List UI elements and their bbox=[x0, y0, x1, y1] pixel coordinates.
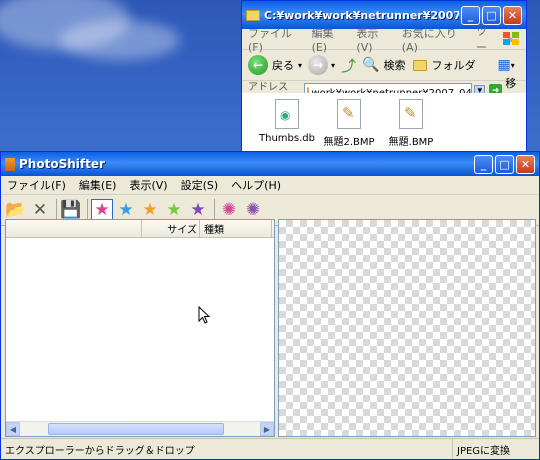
desktop-cloud bbox=[60, 20, 180, 60]
scroll-left-icon[interactable]: ◀ bbox=[6, 422, 20, 436]
horizontal-scrollbar[interactable]: ◀ ▶ bbox=[6, 421, 274, 436]
explorer-title: C:¥work¥work¥netrunner¥2007_04¥画像 bbox=[264, 9, 459, 22]
menu-view[interactable]: 表示(V) bbox=[129, 177, 167, 193]
file-name: 無題.BMP bbox=[388, 137, 434, 148]
thumbs-db-file-icon: ◉ bbox=[275, 99, 299, 129]
explorer-window: C:¥work¥work¥netrunner¥2007_04¥画像 _ □ ✕ … bbox=[241, 0, 527, 152]
status-bar: エクスプローラーからドラッグ＆ドロップ JPEGに変換 bbox=[1, 438, 539, 459]
status-hint: エクスプローラーからドラッグ＆ドロップ bbox=[5, 445, 195, 457]
search-label[interactable]: 検索 bbox=[383, 57, 405, 73]
column-type[interactable]: 種類 bbox=[200, 220, 272, 237]
toolbar-separator bbox=[87, 199, 88, 221]
list-header: サイズ 種類 bbox=[6, 220, 274, 238]
open-folder-icon[interactable]: 📂 bbox=[5, 199, 27, 221]
status-mode: JPEGに変換 bbox=[452, 439, 539, 459]
column-name[interactable] bbox=[6, 220, 142, 237]
explorer-menu-bar: ファイル(F) 編集(E) 表示(V) お気に入り(A) ツー » bbox=[242, 25, 526, 54]
mouse-cursor-icon bbox=[198, 306, 210, 324]
app-icon bbox=[5, 157, 15, 171]
menu-help[interactable]: ヘルプ(H) bbox=[231, 177, 281, 193]
green-star-icon[interactable]: ★ bbox=[163, 199, 185, 221]
file-name: Thumbs.db bbox=[259, 133, 315, 144]
scroll-right-icon[interactable]: ▶ bbox=[260, 422, 274, 436]
pink-star-icon[interactable]: ★ bbox=[91, 199, 113, 221]
views-dropdown-icon[interactable]: ▾ bbox=[511, 61, 515, 70]
purple-gear-icon[interactable]: ✺ bbox=[242, 199, 264, 221]
menu-tools[interactable]: ツー bbox=[476, 23, 495, 55]
file-item[interactable]: ✎ 無題2.BMP bbox=[318, 99, 380, 151]
minimize-button[interactable]: _ bbox=[461, 5, 480, 25]
menu-edit[interactable]: 編集(E) bbox=[312, 25, 345, 54]
maximize-button[interactable]: □ bbox=[482, 5, 501, 25]
delete-icon[interactable]: ✕ bbox=[29, 199, 51, 221]
search-icon[interactable]: 🔍 bbox=[362, 57, 379, 73]
back-label[interactable]: 戻る bbox=[272, 57, 294, 73]
folder-icon bbox=[246, 9, 260, 21]
toolbar-separator bbox=[56, 199, 57, 221]
close-button[interactable]: ✕ bbox=[503, 5, 522, 25]
menu-file[interactable]: ファイル(F) bbox=[248, 25, 300, 54]
windows-logo-icon bbox=[503, 32, 519, 45]
column-size[interactable]: サイズ bbox=[142, 220, 200, 237]
minimize-button[interactable]: _ bbox=[474, 154, 493, 174]
scroll-thumb[interactable] bbox=[48, 423, 224, 435]
image-preview-area[interactable] bbox=[278, 219, 536, 437]
save-icon[interactable]: 💾 bbox=[60, 199, 82, 221]
up-folder-icon[interactable]: ⤴ bbox=[341, 55, 356, 76]
file-item[interactable]: ◉ Thumbs.db bbox=[256, 99, 318, 151]
file-list-view[interactable]: サイズ 種類 ◀ ▶ bbox=[5, 219, 275, 437]
menu-edit[interactable]: 編集(E) bbox=[79, 177, 117, 193]
bmp-file-icon: ✎ bbox=[337, 99, 361, 129]
purple-star-icon[interactable]: ★ bbox=[187, 199, 209, 221]
blue-star-icon[interactable]: ★ bbox=[115, 199, 137, 221]
file-area: ◉ Thumbs.db ✎ 無題2.BMP ✎ 無題.BMP bbox=[242, 93, 526, 151]
close-button[interactable]: ✕ bbox=[516, 154, 535, 174]
app-menu-bar: ファイル(F) 編集(E) 表示(V) 設定(S) ヘルプ(H) bbox=[1, 176, 539, 195]
forward-button[interactable]: → bbox=[308, 55, 329, 75]
maximize-button[interactable]: □ bbox=[495, 154, 514, 174]
folders-label[interactable]: フォルダ bbox=[431, 57, 475, 73]
menu-favorites[interactable]: お気に入り(A) bbox=[402, 25, 464, 54]
file-item[interactable]: ✎ 無題.BMP bbox=[380, 99, 442, 151]
orange-star-icon[interactable]: ★ bbox=[139, 199, 161, 221]
menu-view[interactable]: 表示(V) bbox=[356, 25, 389, 54]
back-dropdown-icon[interactable]: ▾ bbox=[298, 61, 302, 70]
views-icon[interactable]: ▦ bbox=[497, 57, 510, 73]
menu-file[interactable]: ファイル(F) bbox=[7, 177, 66, 193]
app-title: PhotoShifter bbox=[19, 157, 105, 171]
menu-settings[interactable]: 設定(S) bbox=[181, 177, 219, 193]
forward-dropdown-icon[interactable]: ▾ bbox=[331, 61, 335, 70]
photoshifter-window: PhotoShifter _ □ ✕ ファイル(F) 編集(E) 表示(V) 設… bbox=[0, 151, 540, 460]
bmp-file-icon: ✎ bbox=[399, 99, 423, 129]
pink-gear-icon[interactable]: ✺ bbox=[218, 199, 240, 221]
file-name: 無題2.BMP bbox=[323, 137, 375, 148]
toolbar-separator bbox=[214, 199, 215, 221]
folders-icon[interactable] bbox=[413, 59, 428, 71]
back-button[interactable]: ← bbox=[248, 55, 268, 75]
app-title-bar[interactable]: PhotoShifter _ □ ✕ bbox=[1, 152, 539, 176]
